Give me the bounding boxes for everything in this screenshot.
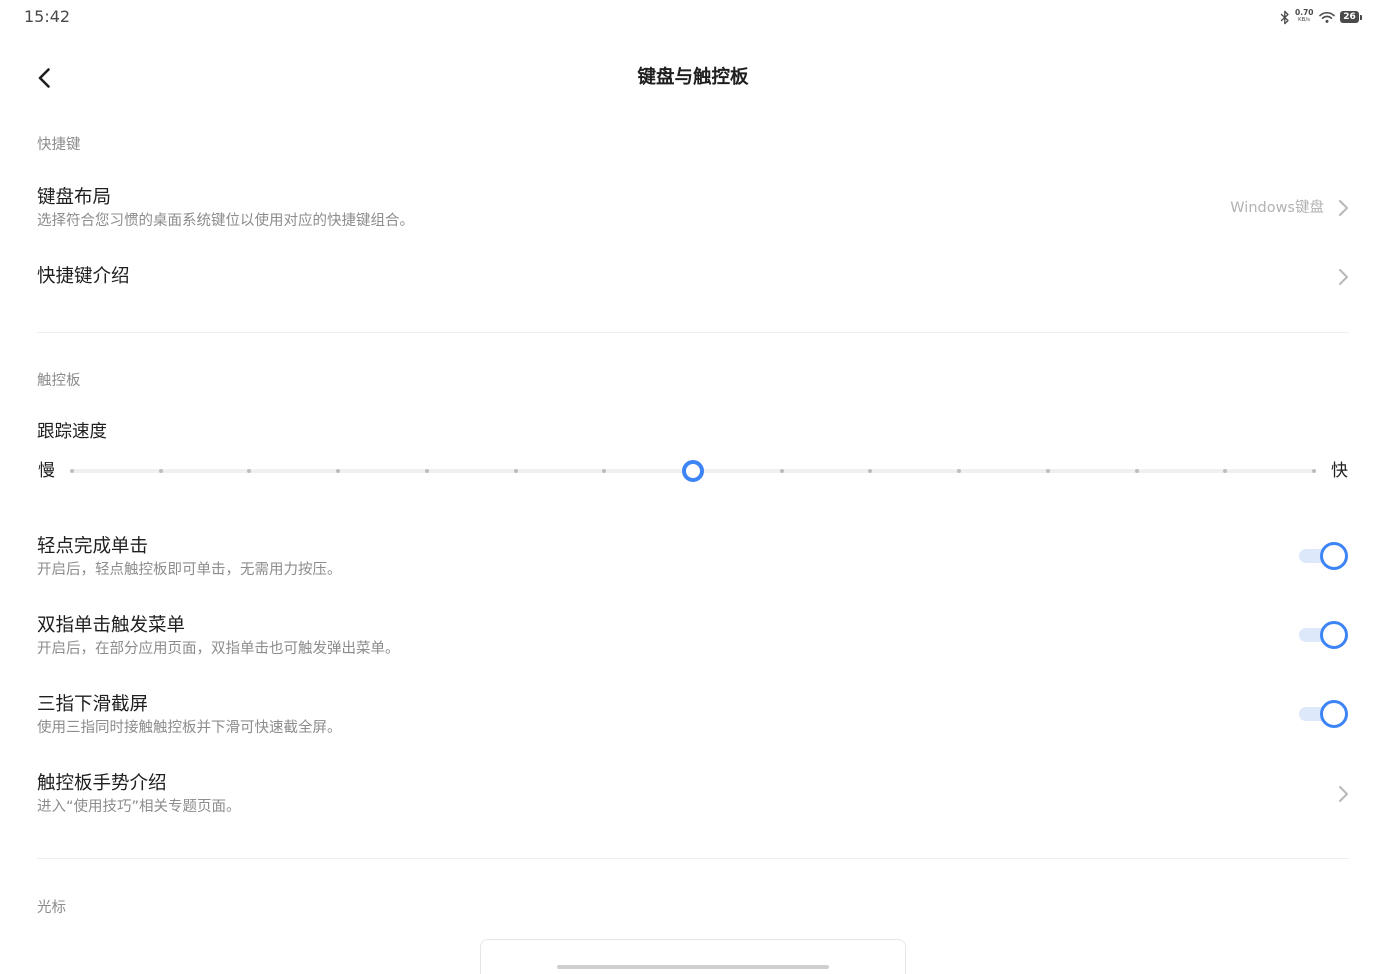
row-subtitle: 开启后，轻点触控板即可单击，无需用力按压。 bbox=[37, 562, 342, 578]
row-title: 轻点完成单击 bbox=[37, 536, 149, 557]
network-speed-unit: KB/s bbox=[1297, 17, 1311, 23]
page-title: 键盘与触控板 bbox=[637, 67, 749, 88]
chevron-right-icon bbox=[1339, 269, 1348, 285]
slider-thumb[interactable] bbox=[682, 460, 704, 482]
network-speed: 0.70 KB/s bbox=[1295, 8, 1314, 25]
section-label-touchpad: 触控板 bbox=[37, 373, 81, 389]
slider-step-dot bbox=[424, 469, 429, 473]
toggle-knob bbox=[1320, 542, 1348, 570]
section-divider bbox=[37, 858, 1349, 859]
section-label-shortcuts: 快捷键 bbox=[37, 137, 81, 153]
bottom-dock bbox=[480, 939, 906, 974]
row-title: 触控板手势介绍 bbox=[37, 773, 167, 794]
tracking-speed-title: 跟踪速度 bbox=[37, 422, 107, 442]
section-label-cursor: 光标 bbox=[37, 900, 66, 916]
three-finger-screenshot-row[interactable]: 三指下滑截屏 使用三指同时接触触控板并下滑可快速截全屏。 bbox=[37, 683, 1349, 745]
status-bar: 15:42 0.70 KB/s 26 bbox=[0, 0, 1386, 34]
slider-step-dot bbox=[1045, 469, 1050, 473]
slider-step-dot bbox=[70, 469, 74, 473]
slider-min-label: 慢 bbox=[38, 461, 55, 481]
chevron-right-icon bbox=[1339, 786, 1348, 802]
section-divider bbox=[37, 332, 1349, 333]
slider-step-dot bbox=[1134, 469, 1139, 473]
row-title: 三指下滑截屏 bbox=[37, 694, 149, 715]
slider-step-dot bbox=[779, 469, 784, 473]
two-finger-menu-row[interactable]: 双指单击触发菜单 开启后，在部分应用页面，双指单击也可触发弹出菜单。 bbox=[37, 604, 1349, 666]
row-title: 键盘布局 bbox=[37, 187, 112, 208]
keyboard-layout-value: Windows键盘 bbox=[1230, 200, 1324, 216]
row-subtitle: 使用三指同时接触触控板并下滑可快速截全屏。 bbox=[37, 720, 342, 736]
two-finger-menu-toggle[interactable] bbox=[1295, 618, 1349, 652]
chevron-right-icon bbox=[1339, 200, 1348, 216]
battery-level: 26 bbox=[1340, 11, 1359, 23]
keyboard-touchpad-settings-screen: 15:42 0.70 KB/s 26 键盘与触控板 快捷键 键盘布局 选择符合您… bbox=[0, 0, 1386, 974]
battery-nub bbox=[1359, 14, 1362, 20]
tap-to-click-row[interactable]: 轻点完成单击 开启后，轻点触控板即可单击，无需用力按压。 bbox=[37, 525, 1349, 587]
row-title: 快捷键介绍 bbox=[37, 266, 130, 287]
status-time: 15:42 bbox=[24, 7, 71, 26]
toggle-knob bbox=[1320, 621, 1348, 649]
tracking-speed-slider[interactable]: 慢 快 bbox=[37, 450, 1349, 494]
battery-icon: 26 bbox=[1340, 11, 1362, 23]
slider-max-label: 快 bbox=[1331, 461, 1348, 481]
shortcut-intro-row[interactable]: 快捷键介绍 bbox=[37, 250, 1349, 304]
slider-step-dot bbox=[513, 469, 518, 473]
slider-step-dot bbox=[1312, 469, 1316, 473]
slider-step-dot bbox=[158, 469, 163, 473]
gesture-intro-row[interactable]: 触控板手势介绍 进入“使用技巧”相关专题页面。 bbox=[37, 762, 1349, 824]
bluetooth-icon bbox=[1280, 10, 1289, 25]
keyboard-layout-row[interactable]: 键盘布局 选择符合您习惯的桌面系统键位以使用对应的快捷键组合。 Windows键… bbox=[37, 176, 1349, 238]
row-subtitle: 选择符合您习惯的桌面系统键位以使用对应的快捷键组合。 bbox=[37, 213, 414, 229]
row-subtitle: 开启后，在部分应用页面，双指单击也可触发弹出菜单。 bbox=[37, 641, 400, 657]
toggle-knob bbox=[1320, 700, 1348, 728]
wifi-icon bbox=[1319, 11, 1335, 23]
network-speed-value: 0.70 bbox=[1295, 8, 1314, 17]
three-finger-screenshot-toggle[interactable] bbox=[1295, 697, 1349, 731]
gesture-bar[interactable] bbox=[557, 965, 829, 969]
tap-to-click-toggle[interactable] bbox=[1295, 539, 1349, 573]
row-title: 双指单击触发菜单 bbox=[37, 615, 186, 636]
row-subtitle: 进入“使用技巧”相关专题页面。 bbox=[37, 799, 241, 815]
